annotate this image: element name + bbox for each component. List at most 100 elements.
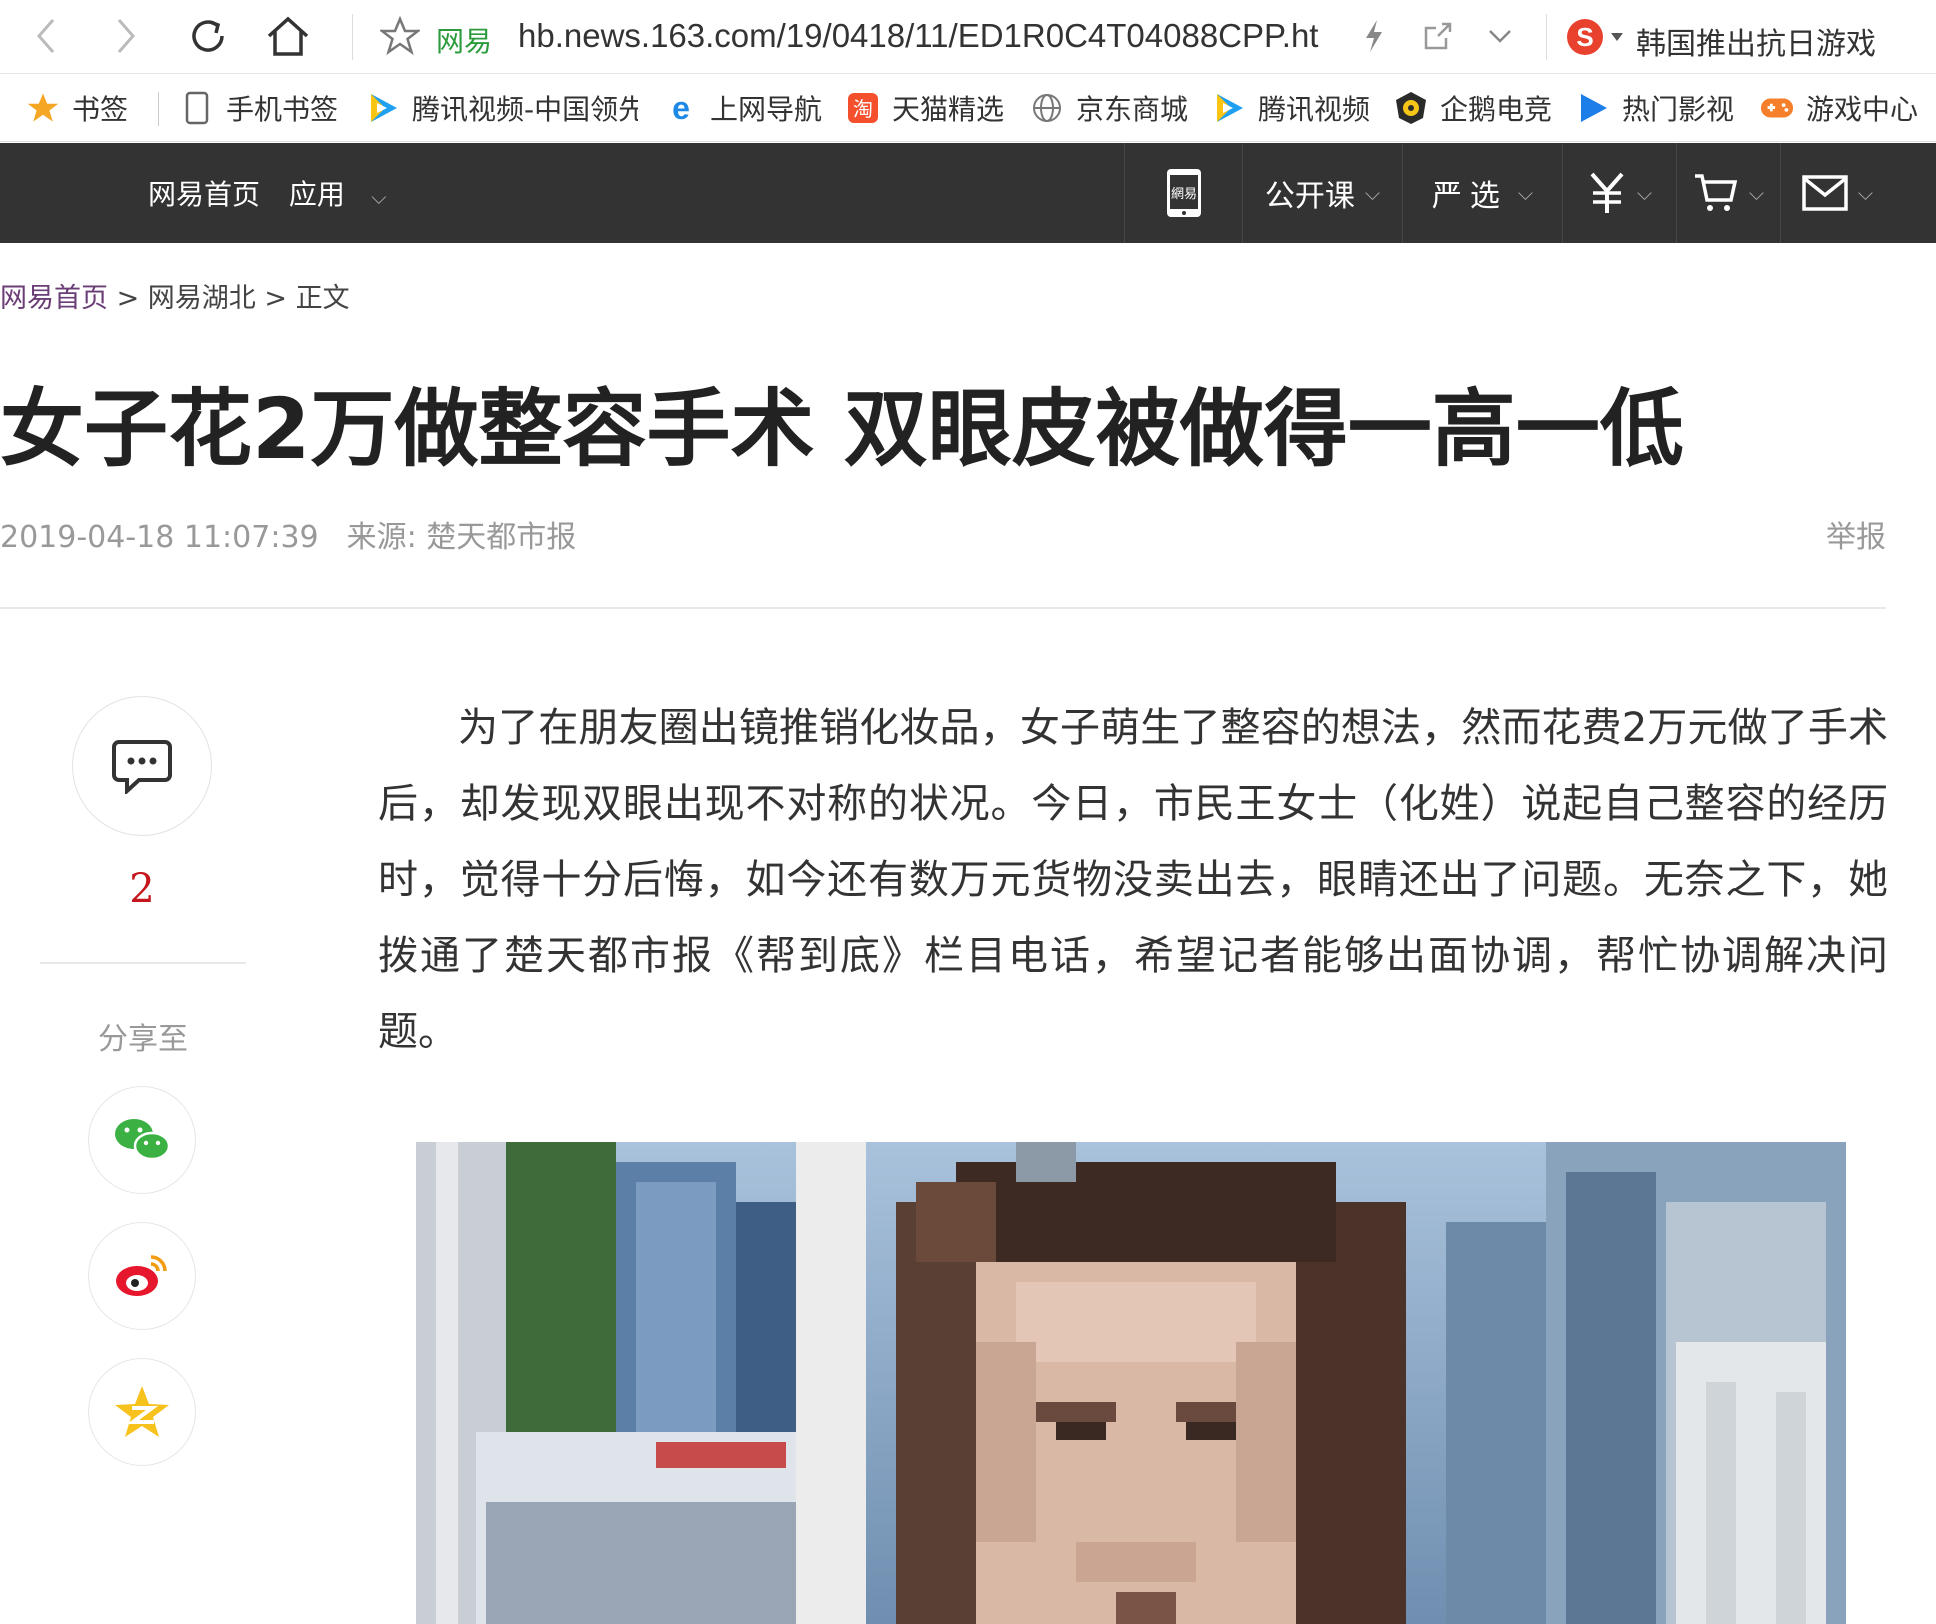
sogou-search-icon: S (1567, 19, 1603, 55)
mail-menu[interactable]: ⌵ (1780, 143, 1894, 243)
site-tag: 网易 (436, 25, 493, 58)
site-top-nav: 网易首页 应用 ⌵ 網易 公开课 ⌵ 严选 ⌵ ⌵ ⌵ ⌵ (0, 143, 1936, 243)
url-input[interactable]: hb.news.163.com/19/0418/11/ED1R0C4T04088… (518, 17, 1338, 55)
mail-icon (1802, 175, 1848, 211)
chevron-down-icon: ⌵ (1636, 181, 1653, 205)
article-paragraph: 为了在朋友圈出镜推销化妆品，女子萌生了整容的想法，然而花费2万元做了手术后，却发… (378, 705, 1888, 1055)
svg-text:淘: 淘 (853, 97, 873, 121)
chevron-down-icon: ⌵ (364, 185, 387, 209)
site-nav-left: 网易首页 应用 ⌵ (148, 173, 426, 213)
back-button[interactable] (18, 10, 74, 62)
cart-menu[interactable]: ⌵ (1676, 143, 1780, 243)
chevron-down-icon: ⌵ (1517, 181, 1534, 205)
article-photo (416, 1142, 1846, 1624)
qzone-icon (115, 1386, 169, 1437)
publish-date: 2019-04-18 11:07:39 (0, 520, 319, 555)
comment-count[interactable]: 2 (72, 866, 212, 912)
star-outline-icon (380, 16, 420, 56)
comment-icon (112, 740, 172, 794)
bookmark-item[interactable]: 腾讯视频-中国领先 (366, 86, 638, 130)
star-icon (26, 91, 60, 125)
address-dropdown-button[interactable] (1472, 10, 1528, 62)
bookmark-item[interactable]: 手机书签 (180, 86, 338, 130)
bookmark-item[interactable]: 热门影视 (1576, 86, 1734, 130)
bookmark-item[interactable]: e 上网导航 (664, 86, 822, 130)
bookmark-label: 热门影视 (1622, 93, 1735, 126)
share-qzone-button[interactable] (88, 1358, 196, 1466)
breadcrumb-home-link[interactable]: 网易首页 (0, 283, 108, 314)
bookmark-label: 书签 (72, 93, 129, 126)
weibo-icon (116, 1255, 167, 1296)
breadcrumb-region-link[interactable]: 网易湖北 (148, 283, 256, 314)
gamepad-icon (1760, 91, 1794, 125)
reload-button[interactable] (180, 10, 236, 62)
open-course-menu[interactable]: 公开课 ⌵ (1242, 143, 1402, 243)
bookmark-item[interactable]: 游戏中心 (1760, 86, 1918, 130)
bookmark-label: 京东商城 (1076, 93, 1189, 126)
chevron-down-icon: ⌵ (1364, 181, 1381, 205)
play-icon (1576, 91, 1610, 125)
report-link[interactable]: 举报 (1826, 512, 1886, 556)
tencent-video-icon (366, 91, 400, 125)
home-button[interactable] (260, 10, 316, 62)
toolbar-separator (352, 14, 353, 60)
article-title: 女子花2万做整容手术 双眼皮被做得一高一低 (0, 380, 1684, 478)
svg-text:網易: 網易 (1170, 187, 1196, 202)
bookmark-item[interactable]: 腾讯视频 (1212, 86, 1370, 130)
bookmark-label: 手机书签 (226, 93, 339, 126)
photo-graphic (416, 1142, 1846, 1624)
share-divider (40, 962, 246, 964)
accelerate-button[interactable] (1346, 10, 1402, 62)
share-wechat-button[interactable] (88, 1086, 196, 1194)
search-input[interactable]: 韩国推出抗日游戏 (1636, 19, 1876, 63)
bookmarks-bar: 书签 手机书签 腾讯视频-中国领先 e 上网导航 淘 天猫精选 京东商城 腾讯视… (0, 74, 1936, 142)
open-course-label: 公开课 (1264, 179, 1355, 214)
bookmark-star-button[interactable] (372, 10, 428, 62)
svg-text:e: e (672, 91, 690, 125)
apps-menu[interactable]: 应用 ⌵ (289, 178, 407, 211)
caret-down-icon (1611, 33, 1623, 41)
browser-address-bar: 网易 hb.news.163.com/19/0418/11/ED1R0C4T04… (0, 0, 1936, 74)
cart-icon (1694, 174, 1738, 211)
bookmark-label: 上网导航 (710, 93, 823, 126)
bookmark-item[interactable]: 书签 (26, 86, 128, 130)
article-source[interactable]: 来源: 楚天都市报 (347, 520, 577, 555)
tmall-icon: 淘 (846, 91, 880, 125)
comment-button[interactable] (72, 696, 212, 836)
bookmark-item[interactable]: 企鹅电竞 (1394, 86, 1552, 130)
article-meta: 2019-04-18 11:07:39 来源: 楚天都市报 (0, 512, 576, 556)
search-box[interactable]: S 韩国推出抗日游戏 (1548, 12, 1936, 62)
toolbar-separator (1546, 14, 1547, 60)
yanxuan-menu[interactable]: 严选 ⌵ (1402, 143, 1562, 243)
payment-menu[interactable]: ⌵ (1562, 143, 1676, 243)
share-label: 分享至 (98, 1022, 188, 1057)
apps-menu-label: 应用 (288, 178, 345, 211)
wechat-icon (115, 1119, 171, 1161)
bookmark-label: 企鹅电竞 (1440, 93, 1553, 126)
header-divider (0, 607, 1886, 609)
site-home-link[interactable]: 网易首页 (148, 178, 260, 211)
bookmark-item[interactable]: 淘 天猫精选 (846, 86, 1004, 130)
breadcrumb-current: 正文 (295, 283, 350, 314)
yuan-icon (1590, 172, 1624, 213)
bookmark-item[interactable]: 京东商城 (1030, 86, 1188, 130)
globe-icon (1030, 91, 1064, 125)
breadcrumb: 网易首页 > 网易湖北 > 正文 (0, 276, 350, 315)
share-page-button[interactable] (1410, 10, 1466, 62)
lightning-icon (1366, 20, 1382, 52)
yanxuan-label: 严选 (1431, 179, 1508, 214)
svg-text:S: S (1576, 22, 1593, 52)
penguin-esports-icon (1394, 91, 1428, 125)
chevron-right-icon (117, 19, 135, 53)
forward-button[interactable] (98, 10, 154, 62)
ie-icon: e (664, 91, 698, 125)
mobile-app-link[interactable]: 網易 (1124, 143, 1242, 243)
bookmark-label: 游戏中心 (1806, 93, 1919, 126)
phone-icon (180, 91, 214, 125)
share-weibo-button[interactable] (88, 1222, 196, 1330)
chevron-left-icon (37, 19, 55, 53)
chevron-down-icon: ⌵ (1748, 181, 1765, 205)
mobile-netease-icon: 網易 (1166, 169, 1201, 217)
tencent-video-icon (1212, 91, 1246, 125)
bookmark-label: 腾讯视频 (1258, 93, 1371, 126)
